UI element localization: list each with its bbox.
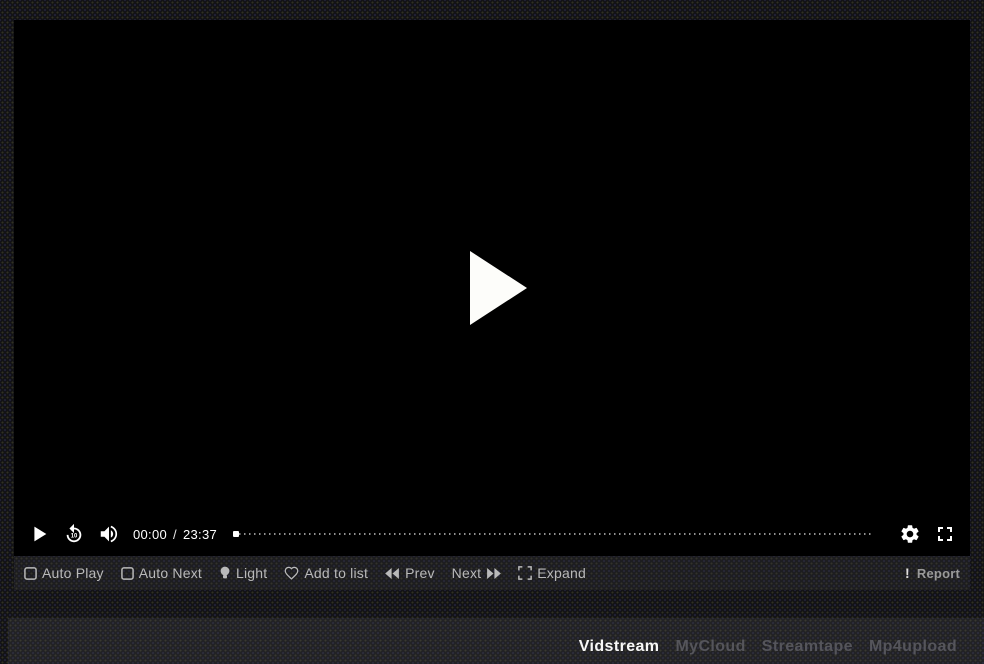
big-play-icon[interactable] — [470, 251, 527, 325]
report-label: Report — [917, 566, 960, 581]
progress-scrubber[interactable] — [233, 531, 239, 537]
auto-play-label: Auto Play — [42, 565, 104, 581]
checkbox-icon — [24, 567, 37, 580]
auto-next-label: Auto Next — [139, 565, 202, 581]
heart-icon — [284, 566, 299, 580]
server-tab-streamtape[interactable]: Streamtape — [762, 638, 853, 656]
light-bulb-icon — [219, 566, 231, 581]
add-to-list-label: Add to list — [304, 565, 368, 581]
time-separator: / — [173, 527, 177, 542]
expand-label: Expand — [537, 565, 586, 581]
player-control-bar: 10 00:00 / 23:37 — [14, 512, 970, 556]
current-time: 00:00 — [133, 527, 167, 542]
next-label: Next — [452, 565, 482, 581]
report-icon: ! — [905, 565, 910, 581]
next-icon — [486, 568, 501, 579]
rewind-10-button[interactable]: 10 — [61, 521, 87, 547]
add-to-list-button[interactable]: Add to list — [284, 565, 368, 581]
video-player[interactable]: 10 00:00 / 23:37 — [14, 20, 970, 556]
prev-episode-button[interactable]: Prev — [385, 565, 435, 581]
next-episode-button[interactable]: Next — [452, 565, 502, 581]
play-icon — [28, 523, 50, 545]
expand-button[interactable]: Expand — [518, 565, 586, 581]
server-tab-vidstream[interactable]: Vidstream — [579, 638, 660, 656]
rewind-10-icon: 10 — [63, 523, 85, 545]
expand-icon — [518, 566, 532, 580]
auto-next-toggle[interactable]: Auto Next — [121, 565, 202, 581]
checkbox-icon — [121, 567, 134, 580]
fullscreen-button[interactable] — [932, 521, 958, 547]
server-list-panel: Vidstream MyCloud Streamtape Mp4upload — [8, 618, 984, 664]
server-tab-mycloud[interactable]: MyCloud — [675, 638, 745, 656]
play-button[interactable] — [26, 521, 52, 547]
prev-icon — [385, 568, 400, 579]
svg-text:10: 10 — [71, 534, 78, 540]
settings-gear-icon — [899, 523, 921, 545]
fullscreen-icon — [933, 522, 957, 546]
player-toolbar: Auto Play Auto Next Light Add to list — [14, 556, 970, 590]
server-tab-mp4upload[interactable]: Mp4upload — [869, 638, 957, 656]
auto-play-toggle[interactable]: Auto Play — [24, 565, 104, 581]
prev-label: Prev — [405, 565, 435, 581]
time-display: 00:00 / 23:37 — [133, 527, 217, 542]
volume-icon — [98, 523, 120, 545]
progress-bar[interactable] — [234, 533, 872, 535]
settings-button[interactable] — [897, 521, 923, 547]
volume-button[interactable] — [96, 521, 122, 547]
report-button[interactable]: ! Report — [905, 565, 960, 581]
light-label: Light — [236, 565, 267, 581]
light-toggle[interactable]: Light — [219, 565, 267, 581]
duration: 23:37 — [183, 527, 217, 542]
